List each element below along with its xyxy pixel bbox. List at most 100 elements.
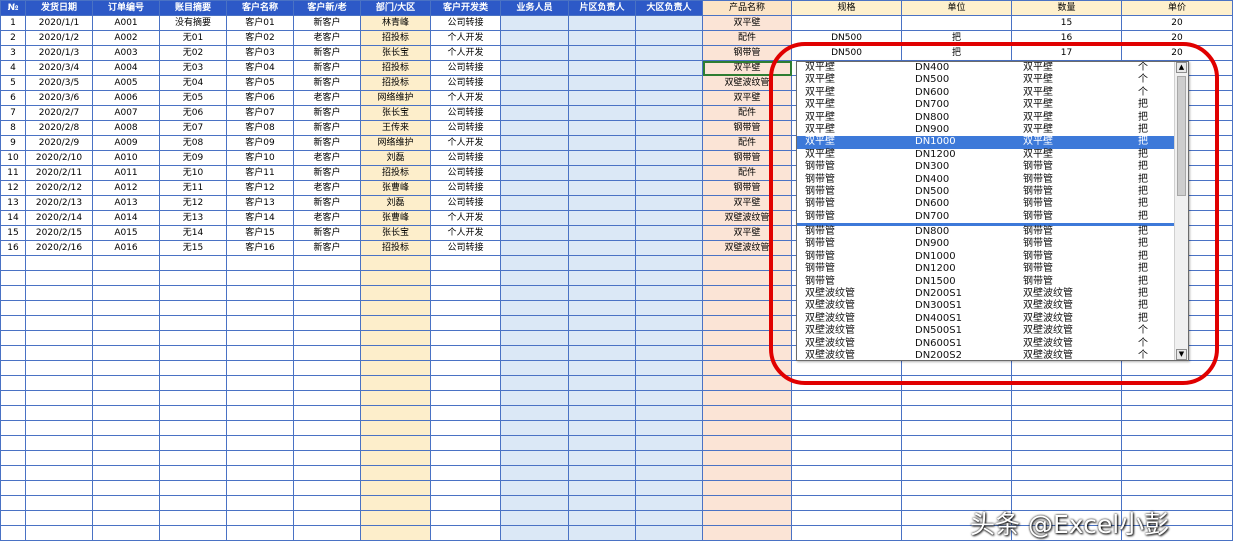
table-cell[interactable]: 配件 — [702, 165, 792, 181]
table-cell[interactable] — [226, 255, 294, 271]
table-cell[interactable] — [0, 300, 26, 316]
table-cell[interactable]: 个人开发 — [430, 90, 501, 106]
table-cell[interactable] — [92, 435, 160, 451]
table-cell[interactable] — [360, 300, 431, 316]
table-cell[interactable]: A010 — [92, 150, 160, 166]
table-cell[interactable] — [791, 375, 902, 391]
table-cell[interactable] — [226, 315, 294, 331]
header-cell[interactable]: № — [0, 0, 26, 16]
table-cell[interactable]: 客户10 — [226, 150, 294, 166]
table-cell[interactable] — [568, 390, 636, 406]
table-cell[interactable]: 个人开发 — [430, 30, 501, 46]
table-cell[interactable] — [360, 390, 431, 406]
table-cell[interactable] — [360, 405, 431, 421]
table-cell[interactable]: 林青峰 — [360, 15, 431, 31]
table-cell[interactable] — [1121, 420, 1233, 436]
table-cell[interactable] — [25, 330, 93, 346]
table-cell[interactable] — [702, 495, 792, 511]
table-cell[interactable] — [568, 135, 636, 151]
table-cell[interactable]: 无04 — [159, 75, 227, 91]
table-cell[interactable]: A008 — [92, 120, 160, 136]
table-cell[interactable] — [430, 420, 501, 436]
table-cell[interactable]: 20 — [1121, 15, 1233, 31]
table-cell[interactable] — [1011, 420, 1122, 436]
table-cell[interactable] — [226, 345, 294, 361]
header-cell[interactable]: 片区负责人 — [568, 0, 636, 16]
table-cell[interactable] — [92, 465, 160, 481]
table-cell[interactable]: 公司转接 — [430, 165, 501, 181]
table-cell[interactable] — [500, 525, 569, 541]
dropdown-item[interactable]: 钢带管 DN400 钢带管 把 — [797, 174, 1174, 186]
table-cell[interactable] — [1011, 465, 1122, 481]
table-cell[interactable] — [0, 360, 26, 376]
table-cell[interactable]: 张曹峰 — [360, 180, 431, 196]
table-cell[interactable] — [791, 390, 902, 406]
table-cell[interactable] — [791, 435, 902, 451]
table-cell[interactable] — [1011, 435, 1122, 451]
table-cell[interactable]: 招投标 — [360, 60, 431, 76]
table-cell[interactable]: 双平壁 — [702, 225, 792, 241]
table-cell[interactable] — [500, 360, 569, 376]
table-cell[interactable]: 客户08 — [226, 120, 294, 136]
table-cell[interactable]: 7 — [0, 105, 26, 121]
table-cell[interactable] — [568, 435, 636, 451]
table-cell[interactable] — [0, 525, 26, 541]
table-cell[interactable]: 公司转接 — [430, 120, 501, 136]
header-cell[interactable]: 业务人员 — [500, 0, 569, 16]
table-cell[interactable]: 个人开发 — [430, 225, 501, 241]
table-cell[interactable] — [293, 345, 361, 361]
header-cell[interactable]: 大区负责人 — [635, 0, 703, 16]
table-cell[interactable] — [901, 15, 1012, 31]
table-cell[interactable]: 钢带管 — [702, 120, 792, 136]
table-cell[interactable] — [702, 360, 792, 376]
table-cell[interactable] — [92, 270, 160, 286]
table-cell[interactable]: 老客户 — [293, 150, 361, 166]
table-cell[interactable]: 客户13 — [226, 195, 294, 211]
table-cell[interactable] — [1121, 405, 1233, 421]
table-cell[interactable] — [226, 525, 294, 541]
table-cell[interactable] — [901, 405, 1012, 421]
table-cell[interactable] — [568, 315, 636, 331]
table-cell[interactable] — [635, 15, 703, 31]
dropdown-item[interactable]: 双平壁 DN500 双平壁 个 — [797, 74, 1174, 86]
table-cell[interactable] — [568, 75, 636, 91]
table-cell[interactable]: 2020/3/4 — [25, 60, 93, 76]
table-cell[interactable]: 新客户 — [293, 15, 361, 31]
table-cell[interactable] — [791, 450, 902, 466]
table-cell[interactable] — [360, 285, 431, 301]
table-cell[interactable] — [25, 465, 93, 481]
table-cell[interactable] — [293, 465, 361, 481]
table-cell[interactable] — [159, 510, 227, 526]
table-cell[interactable] — [791, 15, 902, 31]
table-cell[interactable] — [791, 420, 902, 436]
table-cell[interactable]: 新客户 — [293, 165, 361, 181]
table-cell[interactable] — [500, 510, 569, 526]
table-cell[interactable]: 配件 — [702, 105, 792, 121]
dropdown-item[interactable]: 双平壁 DN600 双平壁 个 — [797, 87, 1174, 99]
table-cell[interactable] — [226, 510, 294, 526]
table-cell[interactable] — [360, 480, 431, 496]
table-cell[interactable] — [702, 285, 792, 301]
table-cell[interactable] — [791, 510, 902, 526]
table-cell[interactable] — [635, 360, 703, 376]
table-cell[interactable]: 客户06 — [226, 90, 294, 106]
table-cell[interactable]: A007 — [92, 105, 160, 121]
table-cell[interactable] — [901, 435, 1012, 451]
table-cell[interactable]: 新客户 — [293, 105, 361, 121]
table-cell[interactable]: 双壁波纹管 — [702, 240, 792, 256]
table-cell[interactable]: 2020/1/1 — [25, 15, 93, 31]
table-cell[interactable] — [159, 330, 227, 346]
table-cell[interactable]: 14 — [0, 210, 26, 226]
table-cell[interactable]: A011 — [92, 165, 160, 181]
dropdown-item[interactable]: 双平壁 DN700 双平壁 把 — [797, 99, 1174, 111]
table-cell[interactable] — [635, 165, 703, 181]
table-cell[interactable] — [791, 480, 902, 496]
table-cell[interactable] — [92, 510, 160, 526]
table-cell[interactable] — [293, 510, 361, 526]
table-cell[interactable] — [568, 300, 636, 316]
table-cell[interactable] — [92, 315, 160, 331]
table-cell[interactable] — [568, 15, 636, 31]
dropdown-item[interactable]: 双壁波纹管 DN200S2 双壁波纹管 个 — [797, 350, 1174, 360]
dropdown-item[interactable]: 双壁波纹管 DN300S1 双壁波纹管 把 — [797, 300, 1174, 312]
header-cell[interactable]: 发货日期 — [25, 0, 93, 16]
